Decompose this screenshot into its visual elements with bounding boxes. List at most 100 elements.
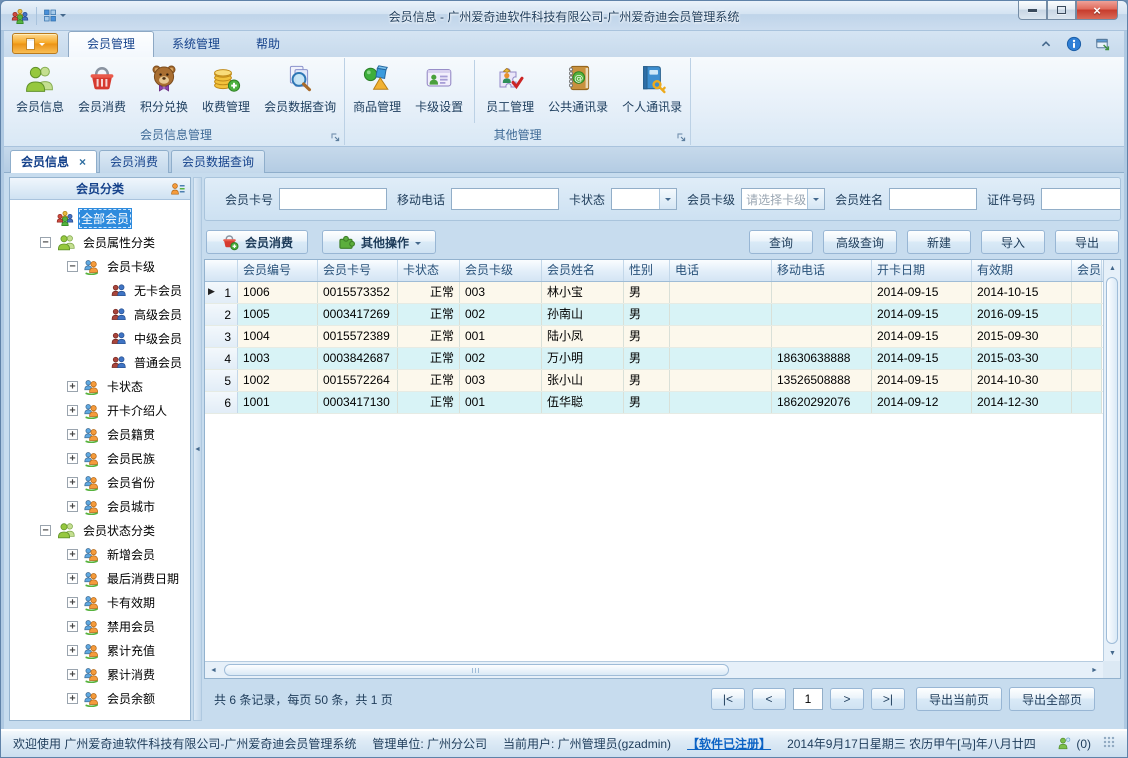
- tree-item[interactable]: + 卡状态: [10, 374, 190, 398]
- advanced-query-button[interactable]: 高级查询: [822, 230, 897, 254]
- tree-item[interactable]: + 累计消费: [10, 662, 190, 686]
- chevron-down-icon[interactable]: [807, 189, 825, 209]
- tree-item[interactable]: 高级会员: [10, 302, 190, 326]
- expand-toggle-icon[interactable]: +: [67, 572, 78, 584]
- dialog-launcher-icon[interactable]: [676, 131, 687, 142]
- quick-access-toolbar[interactable]: [43, 8, 66, 22]
- ribbon-button-fee-management[interactable]: 收费管理: [195, 58, 257, 127]
- expand-toggle-icon[interactable]: +: [67, 452, 78, 464]
- ribbon-button-goods-management[interactable]: 商品管理: [346, 58, 408, 127]
- ribbon-button-member-data-query[interactable]: 会员数据查询: [257, 58, 343, 127]
- ribbon-button-member-consume[interactable]: 会员消费: [71, 58, 133, 127]
- tree-item[interactable]: + 会员省份: [10, 470, 190, 494]
- expand-toggle-icon[interactable]: +: [67, 644, 78, 656]
- card-status-select[interactable]: [611, 188, 678, 210]
- other-actions-button[interactable]: 其他操作: [322, 230, 437, 254]
- export-button[interactable]: 导出: [1055, 230, 1119, 254]
- ribbon-button-public-contacts[interactable]: @ 公共通讯录: [541, 58, 615, 127]
- ribbon-button-points-exchange[interactable]: 积分兑换: [133, 58, 195, 127]
- ribbon-tab-item[interactable]: 系统管理: [154, 31, 238, 57]
- member-card-no-input[interactable]: [279, 188, 388, 210]
- scroll-down-icon[interactable]: ▼: [1104, 645, 1121, 661]
- id-number-input[interactable]: [1041, 188, 1120, 210]
- export-current-page-button[interactable]: 导出当前页: [915, 687, 1002, 711]
- expand-toggle-icon[interactable]: +: [67, 404, 78, 416]
- expand-toggle-icon[interactable]: +: [67, 620, 78, 632]
- column-header[interactable]: 移动电话: [772, 260, 872, 281]
- ribbon-tab-item[interactable]: 帮助: [238, 31, 298, 57]
- skin-style-icon[interactable]: [1095, 36, 1112, 52]
- maximize-button[interactable]: [1047, 1, 1076, 20]
- expand-toggle-icon[interactable]: +: [67, 668, 78, 680]
- horizontal-scroll-thumb[interactable]: [224, 664, 729, 676]
- resize-grip-icon[interactable]: [1103, 736, 1115, 748]
- horizontal-scrollbar[interactable]: ◄ ►: [205, 661, 1103, 678]
- column-header[interactable]: 会员卡级: [460, 260, 542, 281]
- column-header[interactable]: 会员编号: [238, 260, 318, 281]
- expand-toggle-icon[interactable]: +: [67, 476, 78, 488]
- member-name-input[interactable]: [889, 188, 978, 210]
- tree-item[interactable]: + 禁用会员: [10, 614, 190, 638]
- first-page-button[interactable]: |<: [710, 688, 745, 710]
- prev-page-button[interactable]: <: [751, 688, 786, 710]
- doc-tab[interactable]: 会员消费: [99, 150, 170, 173]
- scroll-left-icon[interactable]: ◄: [205, 662, 222, 678]
- scroll-up-icon[interactable]: ▲: [1104, 260, 1121, 276]
- column-header[interactable]: 会员: [1072, 260, 1102, 281]
- expand-toggle-icon[interactable]: +: [67, 428, 78, 440]
- tab-close-icon[interactable]: ×: [79, 152, 86, 173]
- scroll-right-icon[interactable]: ►: [1086, 662, 1103, 678]
- tree-item[interactable]: + 会员民族: [10, 446, 190, 470]
- expand-toggle-icon[interactable]: +: [67, 380, 78, 392]
- member-consume-button[interactable]: 会员消费: [206, 230, 309, 254]
- ribbon-button-staff-management[interactable]: 员工管理: [479, 58, 541, 127]
- collapse-toggle-icon[interactable]: −: [40, 524, 51, 536]
- license-registered-link[interactable]: 【软件已注册】: [687, 735, 771, 752]
- close-button[interactable]: ×: [1076, 1, 1118, 20]
- column-header[interactable]: 性别: [624, 260, 670, 281]
- tree-item[interactable]: + 开卡介绍人: [10, 398, 190, 422]
- table-row[interactable]: 5 1002 0015572264 正常 003 张小山男 13526508888 2014-…: [205, 370, 1103, 392]
- column-header[interactable]: 有效期: [972, 260, 1072, 281]
- doc-tab[interactable]: 会员数据查询: [171, 150, 266, 173]
- page-input[interactable]: [792, 688, 823, 710]
- ribbon-button-card-level-settings[interactable]: 卡级设置: [408, 58, 470, 127]
- expand-toggle-icon[interactable]: +: [67, 596, 78, 608]
- card-level-select[interactable]: 请选择卡级: [741, 188, 826, 210]
- tree-item[interactable]: + 会员余额: [10, 686, 190, 710]
- table-row[interactable]: 2 1005 0003417269 正常 002 孙南山男 2014-09-15 2016-0…: [205, 304, 1103, 326]
- tree-item[interactable]: − 会员属性分类: [10, 230, 190, 254]
- application-menu-button[interactable]: [12, 33, 58, 54]
- collapse-toggle-icon[interactable]: −: [67, 260, 78, 272]
- collapse-toggle-icon[interactable]: −: [40, 236, 51, 248]
- tree-item[interactable]: + 新增会员: [10, 542, 190, 566]
- next-page-button[interactable]: >: [829, 688, 864, 710]
- table-row[interactable]: 6 1001 0003417130 正常 001 伍华聪男 18620292076 2014-…: [205, 392, 1103, 414]
- expand-toggle-icon[interactable]: +: [67, 500, 78, 512]
- tree-item[interactable]: + 会员籍贯: [10, 422, 190, 446]
- table-row[interactable]: 3 1004 0015572389 正常 001 陆小凤男 2014-09-15 2015-0…: [205, 326, 1103, 348]
- tree-item[interactable]: 全部会员: [10, 206, 190, 230]
- tree-item[interactable]: + 会员城市: [10, 494, 190, 518]
- tree-item[interactable]: − 会员状态分类: [10, 518, 190, 542]
- column-header[interactable]: 开卡日期: [872, 260, 972, 281]
- tree-item[interactable]: 普通会员: [10, 350, 190, 374]
- query-button[interactable]: 查询: [748, 230, 813, 254]
- ribbon-collapse-icon[interactable]: [1039, 37, 1053, 51]
- tree-item[interactable]: − 会员卡级: [10, 254, 190, 278]
- expand-toggle-icon[interactable]: +: [67, 692, 78, 704]
- dialog-launcher-icon[interactable]: [330, 131, 341, 142]
- column-header[interactable]: 电话: [670, 260, 772, 281]
- about-info-icon[interactable]: [1066, 36, 1082, 52]
- column-header[interactable]: 卡状态: [398, 260, 460, 281]
- vertical-scroll-thumb[interactable]: [1106, 277, 1118, 644]
- sidebar-splitter[interactable]: ◄: [193, 177, 202, 721]
- import-button[interactable]: 导入: [981, 230, 1045, 254]
- column-header[interactable]: 会员姓名: [542, 260, 624, 281]
- vertical-scrollbar[interactable]: ▲ ▼: [1103, 260, 1120, 661]
- table-row[interactable]: 4 1003 0003842687 正常 002 万小明男 18630638888 2014-…: [205, 348, 1103, 370]
- tree-item[interactable]: 中级会员: [10, 326, 190, 350]
- last-page-button[interactable]: >|: [870, 688, 905, 710]
- new-button[interactable]: 新建: [907, 230, 971, 254]
- minimize-button[interactable]: [1018, 1, 1047, 20]
